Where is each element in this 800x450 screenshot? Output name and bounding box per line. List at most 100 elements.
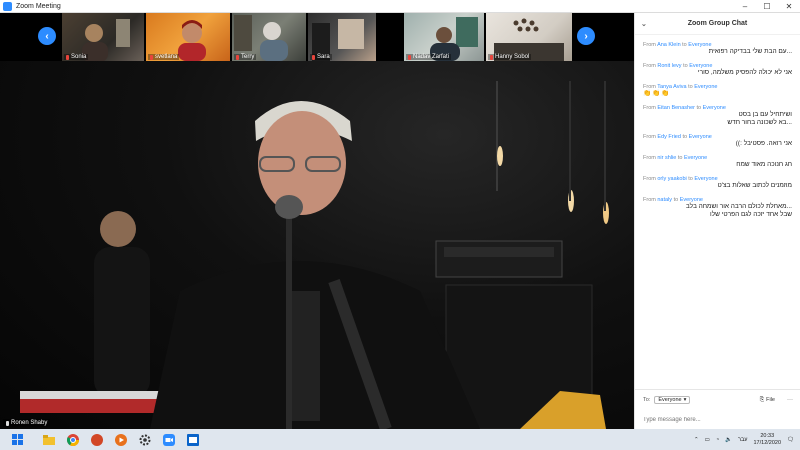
mic-muted-icon	[490, 54, 493, 60]
media-player-icon[interactable]	[114, 433, 128, 447]
message-sender[interactable]: nataly	[657, 197, 672, 203]
chat-message-text: ושיתחיל עם בן בסט ...בא לשכונה בחור חדש	[727, 111, 792, 126]
active-speaker-video[interactable]: Ronen Shaby	[0, 61, 634, 429]
stage-performer-icon	[20, 81, 609, 429]
message-recipient[interactable]: Everyone	[703, 105, 726, 111]
mic-icon	[6, 420, 9, 426]
file-button[interactable]: ⎘ File	[760, 397, 775, 404]
chat-panel: ⌄ Zoom Group Chat From Ana Klein to Ever…	[634, 13, 800, 429]
chat-composer: To: Everyone ▾ ⎘ File ···	[635, 389, 800, 429]
powerpoint-icon[interactable]	[90, 433, 104, 447]
volume-icon[interactable]: 🔈	[725, 437, 732, 443]
chat-message-input[interactable]	[643, 417, 793, 423]
participant-video[interactable]: Hanny Sobol	[486, 13, 572, 61]
message-recipient[interactable]: Everyone	[694, 84, 717, 90]
message-to-label: to	[688, 84, 693, 90]
message-from-label: From	[643, 197, 656, 203]
network-icon[interactable]: ◔	[716, 437, 719, 443]
gallery-prev-button[interactable]: ‹	[38, 27, 56, 45]
chat-message: From Ana Klein to Everyone ...עם הבת שלי …	[635, 42, 800, 56]
chat-message-text: אני לא יכולה להפסיק משלמה, סורי	[697, 69, 792, 76]
recipient-select[interactable]: Everyone ▾	[654, 396, 691, 404]
message-recipient[interactable]: Everyone	[684, 155, 707, 161]
speaker-name-tag: Ronen Shaby	[3, 419, 51, 427]
mic-muted-icon	[150, 54, 153, 60]
window-title: Zoom Meeting	[16, 2, 61, 10]
notification-icon[interactable]: 🗨	[787, 437, 794, 443]
message-to-label: to	[696, 105, 702, 111]
chevron-up-icon[interactable]: ⌃	[694, 437, 699, 443]
chat-message: From nataly to Everyone ...מאחלת לכולם הר…	[635, 197, 800, 219]
participant-video[interactable]: Nadav Zarfati	[404, 13, 484, 61]
participant-name-tag: Sonia	[64, 54, 89, 60]
participant-name-tag: Nadav Zarfati	[406, 54, 452, 60]
more-options-button[interactable]: ···	[787, 397, 793, 403]
message-from-label: From	[643, 176, 656, 182]
mic-muted-icon	[408, 54, 411, 60]
windows-start-icon[interactable]	[10, 433, 24, 447]
message-recipient[interactable]: Everyone	[689, 134, 712, 140]
maximize-button[interactable]: ☐	[756, 0, 778, 13]
chevron-right-icon: ›	[584, 30, 588, 42]
message-sender[interactable]: nir shlie	[657, 155, 676, 161]
chevron-left-icon: ‹	[45, 30, 49, 42]
file-explorer-icon[interactable]	[42, 433, 56, 447]
language-indicator[interactable]: עבר	[738, 437, 747, 443]
outlook-icon[interactable]	[186, 433, 200, 447]
message-to-label: to	[682, 42, 687, 48]
participant-name-tag: Terry	[234, 54, 257, 60]
message-sender[interactable]: Ronit levy	[657, 63, 681, 69]
message-from-label: From	[643, 63, 656, 69]
message-sender[interactable]: Ana Klein	[657, 42, 681, 48]
message-sender[interactable]: Edy Fried	[657, 134, 681, 140]
message-sender[interactable]: orly yaakobi	[657, 176, 686, 182]
message-to-label: to	[688, 176, 693, 182]
message-to-label: to	[677, 155, 683, 161]
chrome-icon[interactable]	[66, 433, 80, 447]
participant-name-tag: Hanny Sobol	[488, 54, 532, 60]
clock[interactable]: 20:33 17/12/2020	[753, 433, 781, 447]
chat-message-text: אני רואה. פסטיבל :))	[735, 140, 792, 147]
dropdown-arrow-icon: ▾	[683, 397, 687, 403]
gallery-next-button[interactable]: ›	[577, 27, 595, 45]
file-icon: ⎘	[759, 396, 765, 403]
chat-message: From Ronit levy to Everyone אני לא יכולה …	[635, 63, 800, 77]
mic-muted-icon	[236, 54, 239, 60]
windows-taskbar: ⌃ ▭ ◔ 🔈 עבר 20:33 17/12/2020 🗨	[0, 429, 800, 450]
battery-icon[interactable]: ▭	[705, 437, 710, 443]
clock-date: 17/12/2020	[753, 439, 782, 446]
gallery-strip: ‹ Sonia svetlana Terry Sara Nadav Zarfat…	[0, 13, 634, 61]
clock-time: 20:33	[760, 432, 775, 439]
system-tray: ⌃ ▭ ◔ 🔈 עבר 20:33 17/12/2020 🗨	[694, 429, 800, 450]
chevron-down-icon[interactable]: ⌄	[641, 20, 647, 28]
chat-message: From orly yaakobi to Everyone מוזמנים לכת…	[635, 176, 800, 190]
close-button[interactable]: ✕	[778, 0, 800, 13]
to-label: To:	[643, 397, 651, 403]
participant-video[interactable]: Sonia	[62, 13, 144, 61]
mic-muted-icon	[66, 54, 69, 60]
chat-message-text: מוזמנים לכתוב שאלות בצ'ט	[717, 182, 792, 189]
chat-title: Zoom Group Chat	[687, 20, 748, 27]
message-to-label: to	[683, 63, 688, 69]
message-recipient[interactable]: Everyone	[694, 176, 717, 182]
chat-message-text: ...עם הבת שלי בבדיקה רפואית	[708, 48, 792, 55]
settings-gear-icon[interactable]	[138, 433, 152, 447]
mic-muted-icon	[312, 54, 315, 60]
chat-message: From Eitan Benasher to Everyone ושיתחיל ע…	[635, 105, 800, 127]
participant-video[interactable]: Sara	[308, 13, 376, 61]
message-sender[interactable]: Eitan Benasher	[657, 105, 695, 111]
minimize-button[interactable]: –	[734, 0, 756, 13]
chat-header: ⌄ Zoom Group Chat	[635, 13, 800, 35]
chat-message-list: From Ana Klein to Everyone ...עם הבת שלי …	[635, 42, 800, 219]
message-from-label: From	[643, 155, 656, 161]
chat-message: From Edy Fried to Everyone אני רואה. פסטי…	[635, 134, 800, 148]
zoom-taskbar-icon[interactable]	[162, 433, 176, 447]
message-from-label: From	[643, 105, 656, 111]
participant-video[interactable]: Terry	[232, 13, 306, 61]
chat-message-text: 👏👏👏	[643, 90, 671, 97]
participant-video[interactable]: svetlana	[146, 13, 230, 61]
chat-message-text: חג חנוכה מאוד שמח	[736, 161, 792, 168]
zoom-app-icon	[3, 1, 12, 11]
participant-name-tag: Sara	[310, 54, 332, 60]
participant-name-tag: svetlana	[148, 54, 180, 60]
